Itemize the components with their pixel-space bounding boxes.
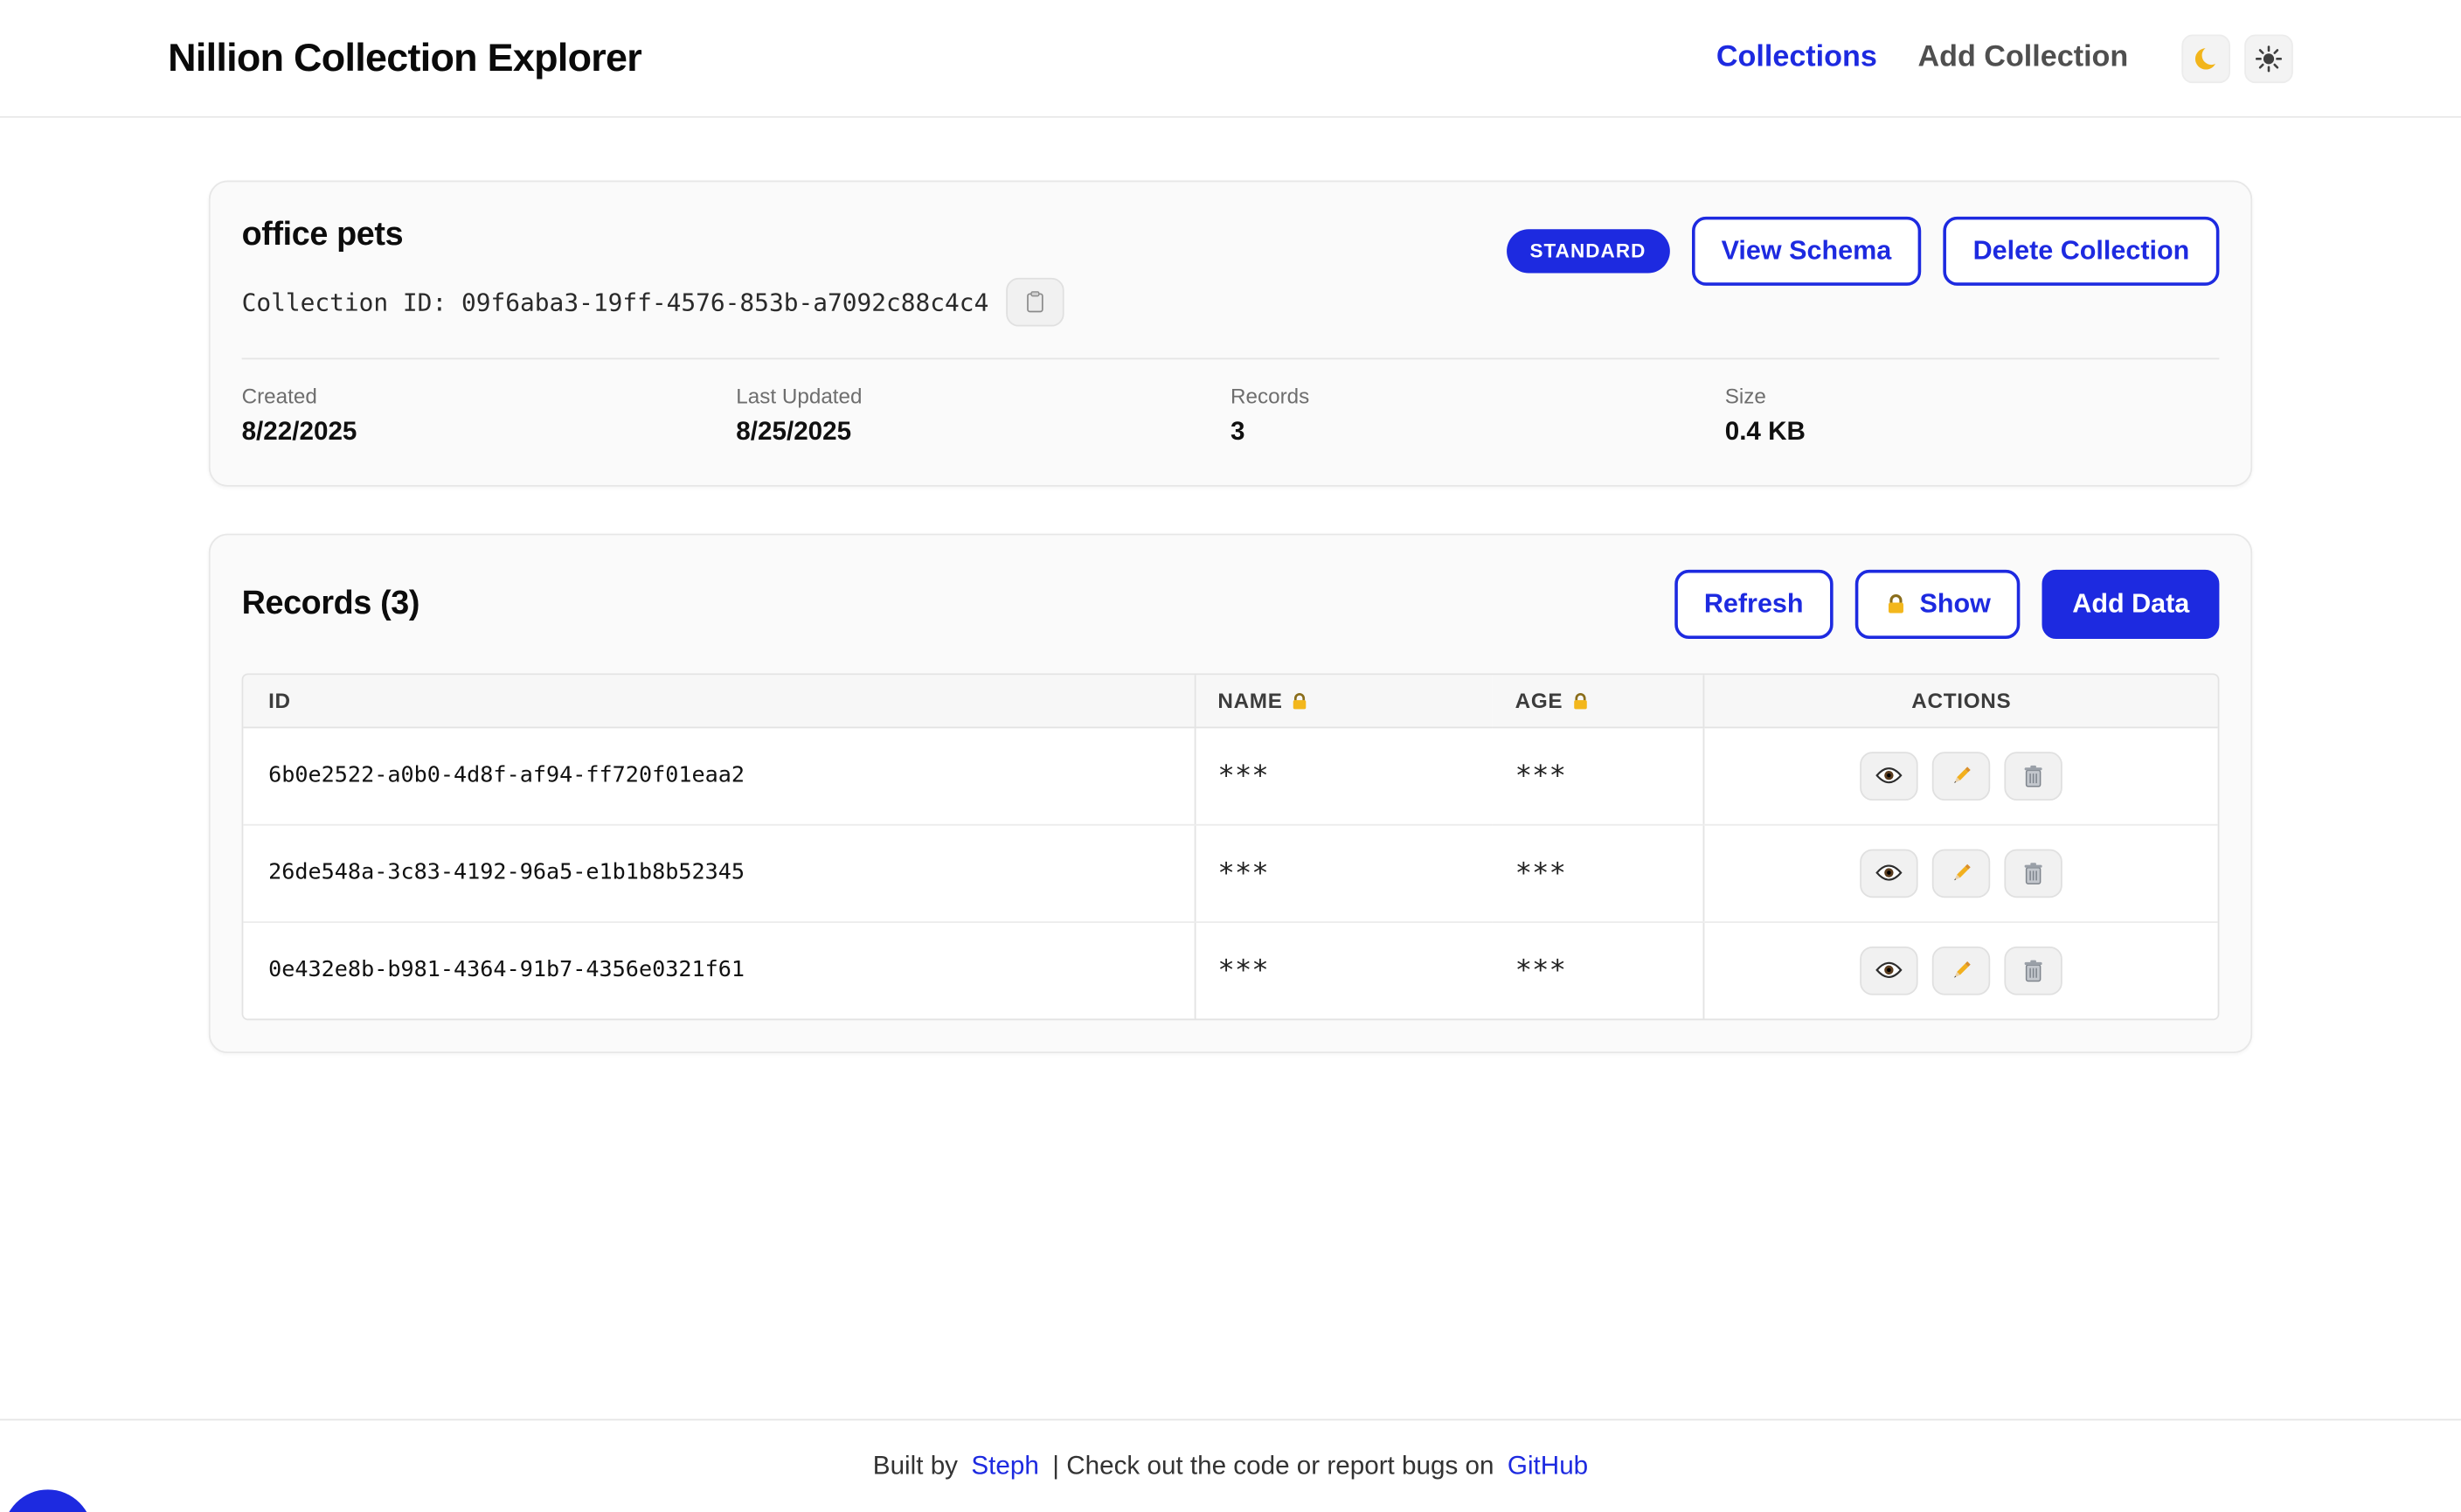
github-link[interactable]: GitHub <box>1508 1451 1588 1479</box>
lock-icon <box>1885 593 1907 614</box>
collection-card: office pets Collection ID: 09f6aba3-19ff… <box>209 181 2252 487</box>
delete-collection-button[interactable]: Delete Collection <box>1943 217 2219 285</box>
app: Nillion Collection Explorer Collections … <box>0 0 2461 1512</box>
pencil-icon <box>1950 861 1973 884</box>
column-header-actions: ACTIONS <box>1704 674 2217 726</box>
record-name-masked: *** <box>1195 727 1493 824</box>
view-record-button[interactable] <box>1860 946 1917 995</box>
delete-record-button[interactable] <box>2005 751 2062 800</box>
nav-collections[interactable]: Collections <box>1716 41 1877 76</box>
footer-text: Built by Steph | Check out the code or r… <box>870 1451 1591 1481</box>
column-header-age: AGE <box>1493 674 1704 726</box>
dark-mode-button[interactable] <box>2181 34 2230 83</box>
table-row: 6b0e2522-a0b0-4d8f-af94-ff720f01eaa2 ***… <box>243 727 2217 824</box>
eye-icon <box>1875 766 1903 785</box>
pencil-icon <box>1950 764 1973 787</box>
trash-icon <box>2023 861 2043 884</box>
light-mode-button[interactable] <box>2244 34 2293 83</box>
row-actions <box>1727 946 2195 995</box>
delete-record-button[interactable] <box>2005 946 2062 995</box>
footer-middle: | Check out the code or report bugs on <box>1052 1451 1494 1479</box>
eye-icon <box>1875 961 1903 980</box>
records-table: ID NAME AGE ACTIONS <box>242 673 2220 1020</box>
copy-collection-id-button[interactable] <box>1006 278 1064 327</box>
records-title: Records (3) <box>242 585 420 622</box>
records-actions: Refresh Show Add Data <box>1674 570 2220 638</box>
moon-icon <box>2193 45 2220 72</box>
clipboard-icon <box>1023 290 1047 314</box>
sun-icon <box>2256 45 2283 72</box>
add-data-button[interactable]: Add Data <box>2042 570 2219 638</box>
collection-id-value: 09f6aba3-19ff-4576-853b-a7092c88c4c4 <box>461 288 988 316</box>
row-actions <box>1727 751 2195 800</box>
record-age-masked: *** <box>1493 727 1704 824</box>
column-header-name: NAME <box>1195 674 1493 726</box>
collection-name: office pets <box>242 217 1064 254</box>
row-actions <box>1727 849 2195 898</box>
collection-actions: STANDARD View Schema Delete Collection <box>1507 217 2220 285</box>
record-id: 6b0e2522-a0b0-4d8f-af94-ff720f01eaa2 <box>243 727 1195 824</box>
collection-type-badge: STANDARD <box>1507 228 1670 273</box>
column-header-id: ID <box>243 674 1195 726</box>
stage: Nillion Collection Explorer Collections … <box>0 0 2461 1512</box>
stat-last-updated: Last Updated 8/25/2025 <box>736 385 1230 447</box>
nav-add-collection[interactable]: Add Collection <box>1917 41 2128 76</box>
stat-records: Records 3 <box>1230 385 1725 447</box>
pencil-icon <box>1950 958 1973 981</box>
record-name-masked: *** <box>1195 921 1493 1017</box>
record-id: 0e432e8b-b981-4364-91b7-4356e0321f61 <box>243 921 1195 1017</box>
view-record-button[interactable] <box>1860 849 1917 898</box>
record-id: 26de548a-3c83-4192-96a5-e1b1b8b52345 <box>243 824 1195 921</box>
record-age-masked: *** <box>1493 824 1704 921</box>
record-name-masked: *** <box>1195 824 1493 921</box>
lock-icon <box>1570 691 1590 711</box>
record-age-masked: *** <box>1493 921 1704 1017</box>
stat-created: Created 8/22/2025 <box>242 385 737 447</box>
view-record-button[interactable] <box>1860 751 1917 800</box>
trash-icon <box>2023 764 2043 787</box>
show-values-button[interactable]: Show <box>1855 570 2021 638</box>
app-title: Nillion Collection Explorer <box>168 35 641 80</box>
trash-icon <box>2023 958 2043 981</box>
edit-record-button[interactable] <box>1932 946 1990 995</box>
records-card: Records (3) Refresh Show Add Data <box>209 534 2252 1053</box>
main-nav: Collections Add Collection <box>1716 34 2293 83</box>
delete-record-button[interactable] <box>2005 849 2062 898</box>
view-schema-button[interactable]: View Schema <box>1691 217 1921 285</box>
table-header-row: ID NAME AGE ACTIONS <box>243 674 2217 726</box>
collection-id-label: Collection ID: <box>242 288 447 316</box>
author-link[interactable]: Steph <box>971 1451 1038 1479</box>
header: Nillion Collection Explorer Collections … <box>0 0 2461 118</box>
footer: Built by Steph | Check out the code or r… <box>0 1418 2461 1512</box>
edit-record-button[interactable] <box>1932 751 1990 800</box>
table-row: 26de548a-3c83-4192-96a5-e1b1b8b52345 ***… <box>243 824 2217 921</box>
refresh-button[interactable]: Refresh <box>1674 570 1834 638</box>
collection-id-row: Collection ID: 09f6aba3-19ff-4576-853b-a… <box>242 278 1064 327</box>
edit-record-button[interactable] <box>1932 849 1990 898</box>
collection-info: office pets Collection ID: 09f6aba3-19ff… <box>242 217 1064 327</box>
footer-built-by: Built by <box>873 1451 958 1479</box>
main-content: office pets Collection ID: 09f6aba3-19ff… <box>209 118 2252 1418</box>
collection-id: Collection ID: 09f6aba3-19ff-4576-853b-a… <box>242 288 989 316</box>
eye-icon <box>1875 864 1903 883</box>
table-row: 0e432e8b-b981-4364-91b7-4356e0321f61 ***… <box>243 921 2217 1017</box>
lock-icon <box>1291 691 1310 711</box>
stat-size: Size 0.4 KB <box>1725 385 2220 447</box>
theme-toggle-group <box>2181 34 2293 83</box>
collection-stats: Created 8/22/2025 Last Updated 8/25/2025… <box>242 359 2220 454</box>
